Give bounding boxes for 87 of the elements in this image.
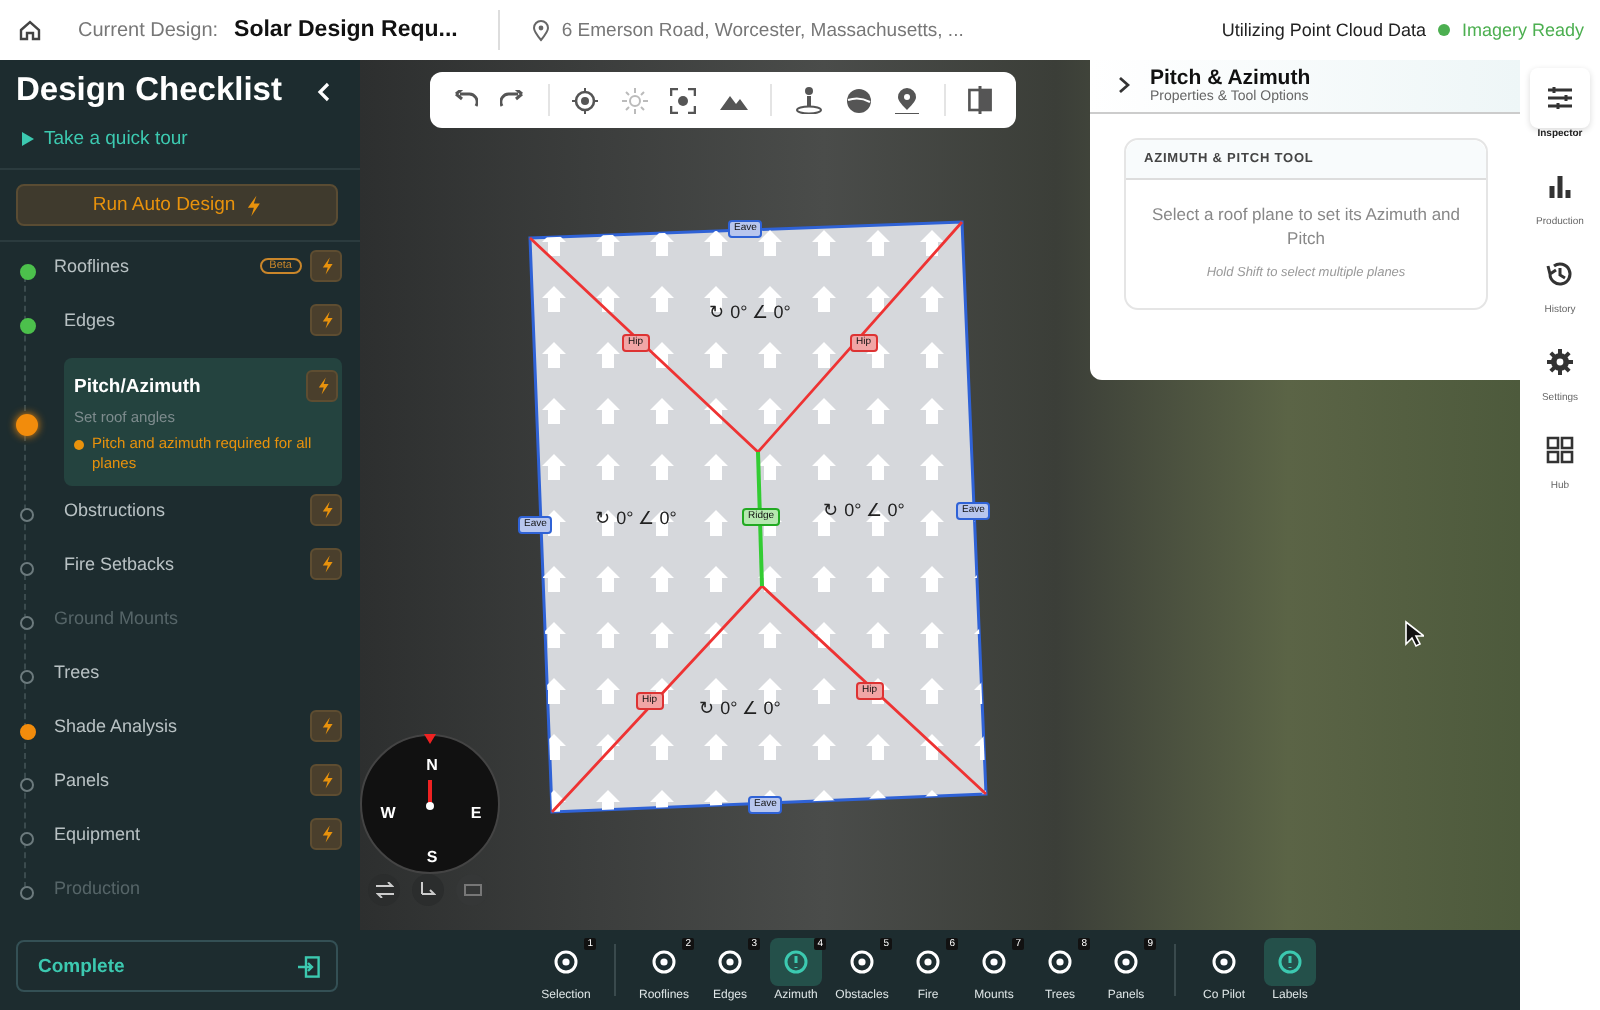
auto-bolt-button[interactable]: [310, 818, 342, 850]
step-label[interactable]: Edges: [64, 310, 302, 330]
exit-icon: [298, 955, 320, 977]
ring-icon: [1046, 948, 1074, 976]
compass-needle-icon: [424, 734, 436, 810]
step-label[interactable]: Rooflines: [54, 256, 252, 276]
roof-outline-drawing[interactable]: [528, 220, 990, 816]
step-label[interactable]: Obstructions: [64, 500, 302, 520]
compass-letter: N: [424, 756, 440, 774]
pointer-icon[interactable]: [412, 874, 444, 906]
compass-letter: W: [380, 804, 396, 822]
ring-icon: [1210, 948, 1238, 976]
step-label[interactable]: Equipment: [54, 824, 302, 844]
address-text: 6 Emerson Road, Worcester, Massachusetts, ...: [561, 19, 964, 41]
tour-link[interactable]: Take a quick tour: [0, 110, 360, 168]
globe-icon[interactable]: [845, 87, 872, 113]
home-icon[interactable]: [18, 18, 42, 42]
bolt-icon: [319, 716, 333, 736]
mountain-icon[interactable]: [719, 91, 748, 109]
ring-icon: [1112, 948, 1140, 976]
bolt-icon: [315, 376, 329, 396]
plane-angle-label: ↻ 0° ∠ 0°: [707, 302, 793, 322]
complete-button[interactable]: Complete: [16, 940, 338, 992]
auto-bolt-button[interactable]: [310, 764, 342, 796]
arrows-glyph-icon: [375, 882, 393, 898]
auto-bolt-button[interactable]: [306, 370, 338, 402]
ring-icon: [716, 948, 744, 976]
step-label[interactable]: Panels: [54, 770, 302, 790]
ring-icon: [848, 948, 876, 976]
bolt-icon: [243, 193, 262, 217]
ring-icon: [650, 948, 678, 976]
imagery-status: Imagery Ready: [1461, 20, 1584, 40]
ring-icon: [552, 948, 580, 976]
info-icon: [1276, 948, 1304, 976]
sliders-icon: [1546, 84, 1574, 112]
compass-letter: E: [468, 804, 484, 822]
bolt-icon: [319, 824, 333, 844]
history-icon: [1546, 260, 1574, 288]
bolt-icon: [319, 256, 333, 276]
auto-bolt-button[interactable]: [310, 304, 342, 336]
compass-letter: S: [424, 848, 440, 866]
person-pin-icon[interactable]: [796, 86, 823, 114]
bar-chart-icon: [1546, 172, 1574, 200]
rectangle-icon: [463, 884, 481, 896]
map-pin-icon[interactable]: [894, 87, 921, 113]
expand-chevron-icon[interactable]: [1118, 76, 1130, 94]
step-label[interactable]: Trees: [54, 662, 342, 682]
bolt-icon: [319, 554, 333, 574]
design-name[interactable]: Solar Design Requ...: [234, 18, 458, 42]
redo-icon[interactable]: [500, 90, 525, 110]
plane-angle-label: ↻ 0° ∠ 0°: [697, 698, 783, 718]
collapse-chevron-icon[interactable]: [316, 81, 332, 101]
bolt-icon: [319, 500, 333, 520]
split-view-icon[interactable]: [968, 86, 993, 114]
play-icon: [22, 132, 34, 146]
warning-icon: [74, 440, 84, 450]
compass-dial[interactable]: N E S W: [360, 734, 500, 874]
auto-bolt-button[interactable]: [310, 710, 342, 742]
location-pin-icon: [531, 19, 550, 41]
target-icon[interactable]: [572, 87, 599, 113]
swap-icon[interactable]: [368, 874, 400, 906]
info-icon: [782, 948, 810, 976]
auto-bolt-button[interactable]: [310, 548, 342, 580]
auto-bolt-button[interactable]: [310, 250, 342, 282]
run-auto-design-button[interactable]: Run Auto Design: [16, 184, 338, 226]
grid-icon: [1546, 436, 1574, 464]
auto-bolt-button[interactable]: [310, 494, 342, 526]
undo-icon[interactable]: [453, 90, 478, 110]
step-label[interactable]: Shade Analysis: [54, 716, 302, 736]
mouse-cursor-icon: [1404, 620, 1424, 648]
tool-message: Select a roof plane to set its Azimuth and Pitch: [1149, 202, 1463, 250]
step-label[interactable]: Pitch/Azimuth: [74, 375, 298, 397]
focus-icon[interactable]: [670, 87, 697, 113]
data-source-text: Utilizing Point Cloud Data: [1221, 20, 1426, 40]
step-label[interactable]: Fire Setbacks: [64, 554, 302, 574]
plane-angle-label: ↻ 0° ∠ 0°: [821, 500, 907, 520]
corner-arrow-icon: [420, 881, 436, 899]
bolt-icon: [319, 310, 333, 330]
bolt-icon: [319, 770, 333, 790]
ring-icon: [980, 948, 1008, 976]
inspector-title: Pitch & Azimuth: [1150, 66, 1311, 90]
ring-icon: [914, 948, 942, 976]
settings-icon: [1546, 348, 1574, 376]
checklist-title: Design Checklist: [16, 72, 282, 110]
plane-angle-label: ↻ 0° ∠ 0°: [593, 508, 679, 528]
design-label: Current Design:: [78, 19, 219, 41]
status-dot: [1437, 24, 1450, 36]
